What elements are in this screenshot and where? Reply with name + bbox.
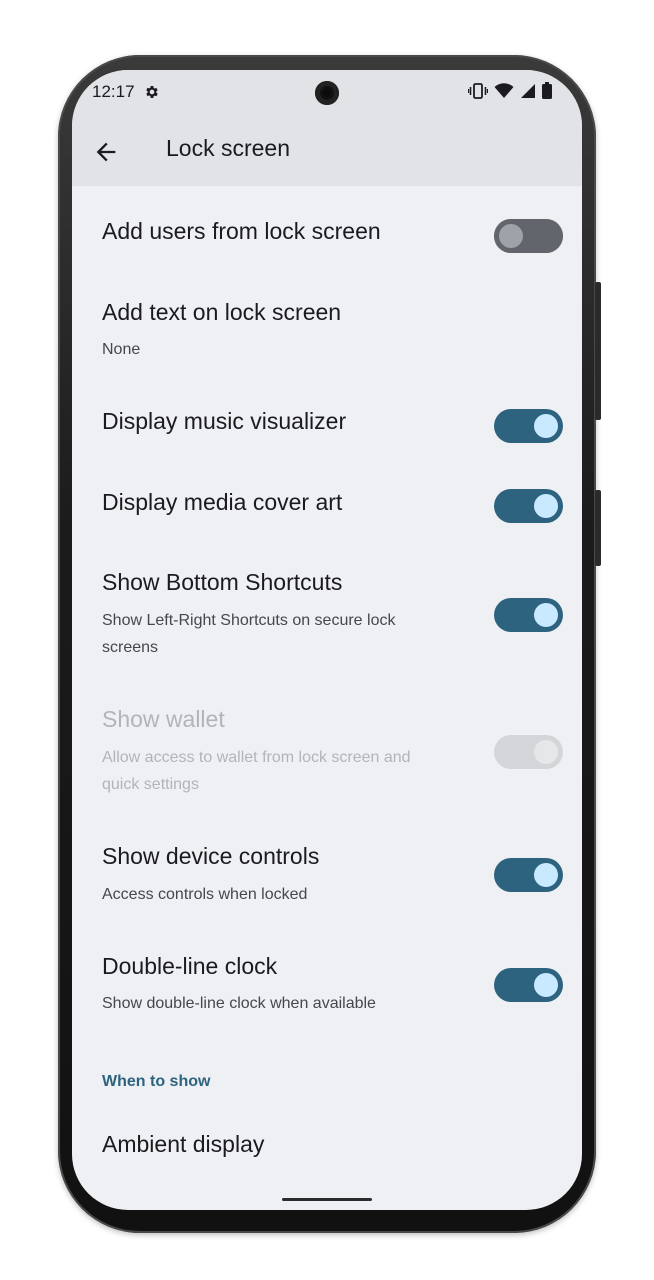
section-header-when-to-show: When to show — [102, 1073, 211, 1090]
setting-title: Add text on lock screen — [102, 299, 342, 325]
page-title: Lock screen — [166, 135, 291, 161]
toggle-knob — [534, 973, 558, 997]
setting-title: Ambient display — [102, 1131, 265, 1157]
setting-subtitle: Allow access to wallet from lock screen … — [102, 749, 411, 793]
toggle-knob — [534, 863, 558, 887]
wifi-icon — [494, 82, 514, 104]
toggle-knob — [534, 740, 558, 764]
arrow-back-icon[interactable] — [92, 138, 120, 166]
toggle-switch[interactable] — [494, 409, 563, 443]
app-bar: Lock screen — [72, 116, 582, 186]
setting-title: Double-line clock — [102, 953, 278, 979]
toggle-knob — [534, 414, 558, 438]
setting-title: Show wallet — [102, 706, 225, 732]
setting-title: Add users from lock screen — [102, 218, 381, 244]
setting-title: Display music visualizer — [102, 408, 347, 434]
gear-icon — [144, 84, 160, 100]
front-camera — [315, 81, 339, 105]
setting-subtitle: None — [102, 341, 141, 358]
vibrate-icon — [467, 82, 489, 104]
toggle-switch[interactable] — [494, 489, 563, 523]
signal-icon — [520, 83, 536, 104]
setting-subtitle: Show Left-Right Shortcuts on secure lock… — [102, 612, 396, 656]
power-button — [595, 282, 601, 420]
toggle-switch[interactable] — [494, 858, 563, 892]
setting-title: Show device controls — [102, 843, 320, 869]
toggle-knob — [499, 224, 523, 248]
toggle-switch — [494, 735, 563, 769]
gesture-nav-handle[interactable] — [282, 1198, 372, 1201]
battery-icon — [542, 82, 552, 104]
setting-title: Display media cover art — [102, 489, 343, 515]
status-bar: 12:17 — [72, 70, 582, 116]
status-icons — [467, 82, 552, 104]
setting-title: Show Bottom Shortcuts — [102, 569, 343, 595]
toggle-switch[interactable] — [494, 598, 563, 632]
volume-button — [595, 490, 601, 566]
screen: 12:17 Lock screen Add users from lock sc… — [72, 70, 582, 1210]
toggle-switch[interactable] — [494, 219, 563, 253]
toggle-knob — [534, 603, 558, 627]
toggle-knob — [534, 494, 558, 518]
setting-subtitle: Show double-line clock when available — [102, 995, 376, 1012]
status-time: 12:17 — [92, 82, 135, 101]
toggle-switch[interactable] — [494, 968, 563, 1002]
setting-subtitle: Access controls when locked — [102, 886, 308, 903]
